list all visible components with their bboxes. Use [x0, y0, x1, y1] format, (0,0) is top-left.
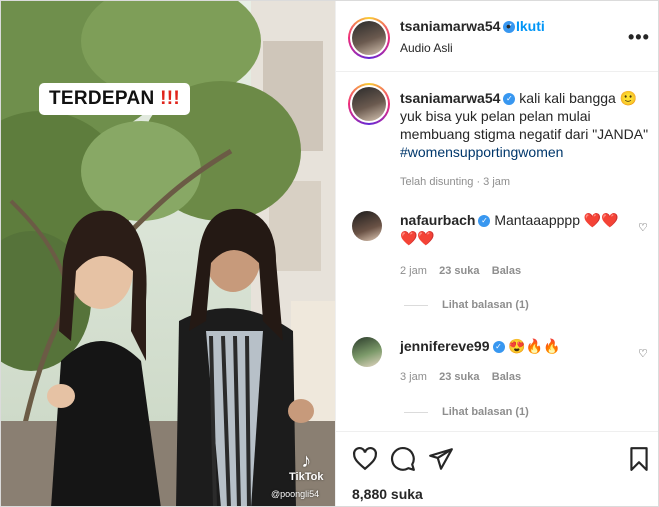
- verified-icon: ✓: [492, 341, 505, 354]
- like-heart-icon[interactable]: [352, 446, 378, 472]
- author-username-text[interactable]: tsaniamarwa54: [400, 18, 500, 34]
- replies-divider: [404, 304, 428, 306]
- comment-likes[interactable]: 23 suka: [439, 371, 479, 383]
- post-likes-count[interactable]: 8,880 suka: [352, 486, 423, 502]
- instagram-post-window: TERDEPAN !!! ♪ TikTok @poongli54 tsaniam…: [0, 0, 659, 507]
- tiktok-label: TikTok: [289, 471, 324, 483]
- comment-text: 😍🔥🔥: [508, 338, 561, 354]
- video-overlay-caption: TERDEPAN !!!: [39, 83, 190, 115]
- author-avatar[interactable]: [348, 17, 390, 59]
- post-caption: tsaniamarwa54 ✓ kali kali bangga 🙂 yuk bi…: [400, 89, 650, 161]
- view-replies-text[interactable]: Lihat balasan (1): [442, 299, 529, 311]
- caption-hashtag[interactable]: #womensupportingwomen: [400, 144, 563, 160]
- save-bookmark-icon[interactable]: [626, 446, 652, 472]
- view-replies-link[interactable]: Lihat balasan (1): [404, 299, 529, 311]
- replies-divider: [404, 411, 428, 413]
- comment-avatar-jennifereve99[interactable]: [352, 337, 382, 367]
- comment-username[interactable]: nafaurbach: [400, 212, 475, 228]
- comment-username[interactable]: jennifereve99: [400, 338, 490, 354]
- view-replies-text[interactable]: Lihat balasan (1): [442, 406, 529, 418]
- comment-time: 2 jam: [400, 265, 427, 277]
- comment-likes[interactable]: 23 suka: [439, 265, 479, 277]
- comment-body: nafaurbach ✓ Mantaaapppp ❤️❤️❤️❤️: [400, 211, 630, 247]
- comment-avatar-nafaurbach[interactable]: [352, 211, 382, 241]
- share-send-icon[interactable]: [428, 446, 454, 472]
- comment-time: 3 jam: [400, 371, 427, 383]
- comment-body: jennifereve99 ✓ 😍🔥🔥: [400, 337, 630, 355]
- separator-dot: •: [506, 18, 511, 34]
- tiktok-logo-icon: ♪: [301, 450, 312, 472]
- comment-like-heart-icon[interactable]: ♡: [638, 221, 648, 234]
- post-photo: [1, 1, 335, 506]
- comment-bubble-icon[interactable]: [390, 446, 416, 472]
- verified-icon: ✓: [503, 93, 516, 106]
- comment-text: Mantaaapppp: [494, 212, 580, 228]
- author-username[interactable]: tsaniamarwa54 ✓: [400, 18, 516, 34]
- view-replies-link[interactable]: Lihat balasan (1): [404, 406, 529, 418]
- comment-reply-button[interactable]: Balas: [492, 265, 521, 277]
- comment-meta: 3 jam 23 suka Balas: [400, 371, 521, 383]
- comment-like-heart-icon[interactable]: ♡: [638, 347, 648, 360]
- post-media[interactable]: TERDEPAN !!! ♪ TikTok @poongli54: [1, 1, 335, 506]
- verified-icon: ✓: [478, 215, 491, 228]
- caption-author-avatar[interactable]: [348, 83, 390, 125]
- post-actions-bar: 8,880 suka: [336, 431, 658, 506]
- tiktok-handle: @poongli54: [271, 489, 320, 499]
- post-header: tsaniamarwa54 ✓ • Ikuti Audio Asli •••: [336, 1, 658, 72]
- comment-reply-button[interactable]: Balas: [492, 371, 521, 383]
- overlay-exclamations: !!!: [160, 88, 180, 109]
- comment-meta: 2 jam 23 suka Balas: [400, 265, 521, 277]
- caption-edited-time: Telah disunting · 3 jam: [400, 176, 511, 188]
- follow-button[interactable]: Ikuti: [516, 18, 545, 34]
- overlay-word: TERDEPAN: [49, 88, 155, 109]
- caption-username[interactable]: tsaniamarwa54: [400, 90, 500, 106]
- post-side-panel: tsaniamarwa54 ✓ • Ikuti Audio Asli ••• ts…: [335, 1, 658, 506]
- more-options-icon[interactable]: •••: [628, 27, 650, 48]
- audio-label[interactable]: Audio Asli: [400, 41, 453, 55]
- tiktok-watermark: ♪ TikTok: [289, 451, 323, 483]
